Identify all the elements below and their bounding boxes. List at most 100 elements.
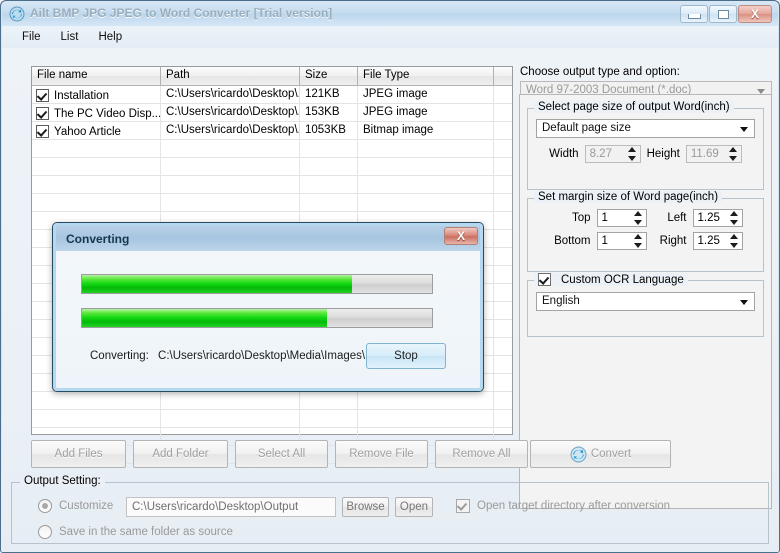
file-name-cell[interactable]: Yahoo Article <box>32 122 161 139</box>
converting-dialog: Converting X Converting: C:\Users\ricard… <box>52 222 484 392</box>
empty-cell <box>494 392 512 409</box>
empty-cell <box>494 284 512 301</box>
same-folder-radio-row[interactable]: Save in the same folder as source <box>38 525 233 539</box>
ocr-group-label[interactable]: Custom OCR Language <box>534 273 688 286</box>
column-header-size[interactable]: Size <box>300 67 358 85</box>
chevron-up-icon[interactable] <box>634 234 642 239</box>
left-value: 1.25 <box>697 212 720 224</box>
right-spin-buttons[interactable] <box>729 234 740 248</box>
empty-cell <box>161 392 300 409</box>
remove-all-button[interactable]: Remove All <box>435 440 528 468</box>
chevron-up-icon[interactable] <box>628 147 637 152</box>
table-row[interactable] <box>32 140 512 158</box>
table-row[interactable]: Yahoo Article C:\Users\ricardo\Desktop\.… <box>32 122 512 140</box>
same-folder-radio[interactable] <box>38 525 52 539</box>
add-folder-button[interactable]: Add Folder <box>133 440 228 468</box>
row-checkbox[interactable] <box>36 125 49 138</box>
height-label: Height <box>646 148 680 160</box>
left-stepper[interactable]: 1.25 <box>692 209 743 227</box>
ocr-language-combo[interactable]: English <box>536 292 755 311</box>
dialog-title-bar: Converting X <box>56 226 480 251</box>
top-stepper[interactable]: 1 <box>596 209 647 227</box>
empty-cell <box>494 266 512 283</box>
menu-item-help[interactable]: Help <box>88 29 132 45</box>
left-spin-buttons[interactable] <box>729 211 740 225</box>
chevron-down-icon[interactable] <box>628 156 637 161</box>
column-header-extra[interactable] <box>494 67 512 85</box>
same-folder-label: Save in the same folder as source <box>59 526 233 538</box>
menu-item-list[interactable]: List <box>51 29 89 45</box>
ocr-group: Custom OCR Language English <box>527 273 764 337</box>
width-spin-buttons[interactable] <box>627 147 638 161</box>
empty-cell <box>358 392 494 409</box>
empty-cell <box>300 158 358 175</box>
dialog-close-button[interactable]: X <box>444 227 478 245</box>
stop-button[interactable]: Stop <box>366 343 446 369</box>
empty-cell <box>32 194 161 211</box>
file-path-cell: C:\Users\ricardo\Desktop\... <box>161 122 300 139</box>
page-size-combo[interactable]: Default page size <box>536 119 755 138</box>
chevron-up-icon[interactable] <box>730 234 738 239</box>
maximize-button[interactable] <box>709 5 737 23</box>
empty-cell <box>494 194 512 211</box>
empty-cell <box>32 158 161 175</box>
row-checkbox[interactable] <box>36 107 49 120</box>
empty-cell <box>494 374 512 391</box>
column-header-path[interactable]: Path <box>161 67 300 85</box>
table-row[interactable] <box>32 392 512 410</box>
dialog-status-text: Converting: C:\Users\ricardo\Desktop\Med… <box>90 350 410 362</box>
empty-cell <box>161 158 300 175</box>
chevron-down-icon[interactable] <box>634 243 642 248</box>
select-all-button[interactable]: Select All <box>235 440 328 468</box>
bottom-spin-buttons[interactable] <box>633 234 644 248</box>
row-checkbox[interactable] <box>36 89 49 102</box>
chevron-up-icon[interactable] <box>634 211 642 216</box>
table-row[interactable] <box>32 158 512 176</box>
close-button[interactable]: X <box>738 5 772 23</box>
table-row[interactable]: Installation C:\Users\ricardo\Desktop\..… <box>32 86 512 104</box>
width-stepper[interactable]: 8.27 <box>584 145 641 163</box>
chevron-down-icon[interactable] <box>634 220 642 225</box>
chevron-down-icon[interactable] <box>729 156 738 161</box>
empty-cell <box>494 158 512 175</box>
file-name-cell[interactable]: The PC Video Disp... <box>32 104 161 121</box>
remove-file-button[interactable]: Remove File <box>335 440 428 468</box>
window-title: Ailt BMP JPG JPEG to Word Converter [Tri… <box>30 6 333 20</box>
browse-button[interactable]: Browse <box>342 497 389 517</box>
height-stepper[interactable]: 11.69 <box>685 145 742 163</box>
empty-cell <box>300 176 358 193</box>
open-target-directory-checkbox[interactable] <box>456 499 470 513</box>
empty-cell <box>358 410 494 427</box>
right-stepper[interactable]: 1.25 <box>692 232 743 250</box>
top-spin-buttons[interactable] <box>633 211 644 225</box>
add-files-button[interactable]: Add Files <box>31 440 126 468</box>
convert-button[interactable]: Convert <box>530 440 671 468</box>
empty-cell <box>358 194 494 211</box>
column-header-file-type[interactable]: File Type <box>358 67 494 85</box>
open-button[interactable]: Open <box>395 497 433 517</box>
chevron-up-icon[interactable] <box>729 147 738 152</box>
table-row[interactable] <box>32 194 512 212</box>
chevron-down-icon[interactable] <box>730 243 738 248</box>
height-spin-buttons[interactable] <box>728 147 739 161</box>
output-path-input[interactable]: C:\Users\ricardo\Desktop\Output <box>126 497 336 517</box>
column-header-file-name[interactable]: File name <box>32 67 161 85</box>
status-prefix: Converting: <box>90 350 149 362</box>
menu-item-file[interactable]: File <box>12 29 51 45</box>
empty-cell <box>494 302 512 319</box>
minimize-button[interactable] <box>680 5 708 23</box>
convert-button-label: Convert <box>590 448 632 460</box>
chevron-up-icon[interactable] <box>730 211 738 216</box>
ocr-checkbox[interactable] <box>538 273 551 286</box>
file-extra-cell <box>494 122 512 139</box>
customize-radio-row[interactable]: Customize <box>38 499 113 513</box>
chevron-down-icon[interactable] <box>730 220 738 225</box>
table-row[interactable]: The PC Video Disp... C:\Users\ricardo\De… <box>32 104 512 122</box>
empty-cell <box>358 176 494 193</box>
table-row[interactable] <box>32 176 512 194</box>
bottom-stepper[interactable]: 1 <box>596 232 647 250</box>
file-name-cell[interactable]: Installation <box>32 86 161 103</box>
open-target-directory-row[interactable]: Open target directory after conversion <box>456 499 670 513</box>
table-row[interactable] <box>32 410 512 428</box>
customize-radio[interactable] <box>38 499 52 513</box>
